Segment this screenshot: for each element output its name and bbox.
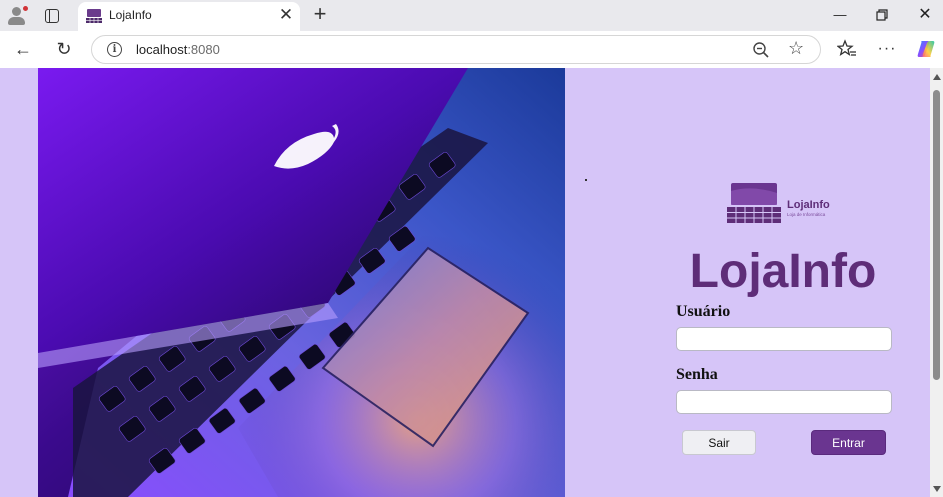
login-button[interactable]: Entrar [811,430,886,455]
laptop-photo [38,68,565,497]
browser-tab[interactable]: LojaInfo ✕ [78,2,300,31]
username-label: Usuário [676,303,731,320]
scrollbar-thumb[interactable] [933,90,940,380]
reload-icon[interactable]: ↻ [51,37,77,61]
close-icon[interactable]: ✕ [277,6,295,24]
url-port: :8080 [187,42,220,57]
zoom-out-icon[interactable] [752,41,770,59]
more-icon[interactable]: ··· [876,38,898,60]
scroll-up-icon[interactable] [933,74,941,80]
browser-toolbar: ← ↻ i localhost:8080 ☆ ··· [0,31,943,68]
favicon-icon [86,9,102,23]
tab-title: LojaInfo [109,8,152,22]
exit-button[interactable]: Sair [682,430,756,455]
star-icon[interactable]: ☆ [788,38,804,59]
page-scrollbar[interactable] [930,68,943,497]
tab-strip: LojaInfo ✕ + — ✕ [0,0,943,31]
copilot-icon[interactable] [915,38,937,60]
window-close-icon[interactable]: ✕ [911,4,939,26]
lojainfo-logo: LojaInfo Loja de Informática [727,183,830,223]
password-input[interactable] [676,390,892,414]
restore-icon[interactable] [868,4,896,26]
logo-text: LojaInfo [787,199,830,211]
back-arrow-icon[interactable]: ← [10,37,36,61]
username-input[interactable] [676,327,892,351]
url-text[interactable]: localhost:8080 [136,42,220,57]
page-viewport: LojaInfo Loja de Informática LojaInfo Us… [0,68,930,497]
minimize-icon[interactable]: — [826,4,854,26]
page-title: LojaInfo [689,245,877,298]
favorites-icon[interactable] [836,38,858,60]
profile-icon[interactable] [6,5,29,27]
tab-actions-icon[interactable] [42,6,62,26]
plus-icon[interactable]: + [308,2,332,26]
scroll-down-icon[interactable] [933,486,941,492]
password-label: Senha [676,366,718,383]
stray-pixel [585,179,587,181]
url-host: localhost [136,42,188,57]
info-icon[interactable]: i [107,42,122,57]
logo-subtext: Loja de Informática [787,212,826,217]
address-bar[interactable]: i localhost:8080 ☆ [91,35,821,64]
